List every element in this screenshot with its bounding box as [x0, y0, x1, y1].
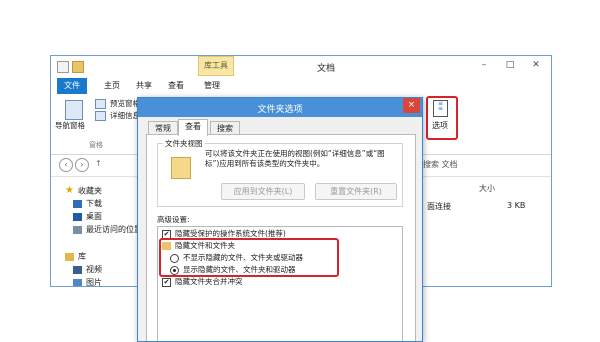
- sidebar-item-recent[interactable]: 最近访问的位置: [73, 224, 142, 236]
- desktop-icon: [73, 212, 82, 221]
- checkbox-hide-merge-conflicts[interactable]: ✔: [162, 277, 171, 287]
- recent-places-icon: [73, 225, 82, 234]
- sidebar-item-videos-label: 视频: [86, 265, 102, 274]
- folder-view-icon: [171, 157, 191, 179]
- back-button[interactable]: ‹: [59, 158, 73, 172]
- view-tab-panel: 文件夹视图 可以将该文件夹正在使用的视图(例如“详细信息”或“图标”)应用到所有…: [146, 134, 416, 341]
- nav-pane-button[interactable]: 导航窗格: [55, 120, 85, 131]
- file-name[interactable]: 面连接: [427, 201, 451, 212]
- file-size: 3 KB: [507, 201, 526, 210]
- preview-pane-button[interactable]: 预览窗格: [95, 98, 140, 109]
- search-box[interactable]: 搜索 文档: [423, 159, 458, 170]
- sidebar-item-pictures-label: 图片: [86, 278, 102, 287]
- picture-icon: [73, 278, 82, 286]
- library-icon: [65, 252, 74, 261]
- folder-view-description: 可以将该文件夹正在使用的视图(例如“详细信息”或“图标”)应用到所有该类型的文件…: [205, 149, 385, 168]
- sidebar-item-recent-label: 最近访问的位置: [86, 225, 142, 234]
- new-folder-icon[interactable]: [72, 61, 84, 73]
- preview-pane-label: 预览窗格: [110, 99, 140, 108]
- reset-folders-button[interactable]: 重置文件夹(R): [315, 183, 397, 200]
- ribbon-group-label: 窗格: [89, 141, 103, 149]
- tab-file[interactable]: 文件: [57, 78, 87, 94]
- download-icon: [73, 199, 82, 208]
- sidebar-libraries[interactable]: 库: [65, 251, 86, 263]
- star-icon: ★: [65, 185, 74, 196]
- tab-view-settings[interactable]: 查看: [178, 119, 208, 136]
- dialog-close-button[interactable]: ×: [403, 98, 420, 113]
- tab-home[interactable]: 主页: [97, 78, 127, 94]
- sidebar-item-desktop[interactable]: 桌面: [73, 211, 102, 223]
- tab-manage[interactable]: 管理: [197, 78, 227, 94]
- sidebar-item-downloads-label: 下载: [86, 199, 102, 208]
- tab-share[interactable]: 共享: [129, 78, 159, 94]
- sidebar-item-desktop-label: 桌面: [86, 212, 102, 221]
- setting-hide-merge-conflicts-label: 隐藏文件夹合并冲突: [175, 277, 243, 286]
- setting-hide-merge-conflicts[interactable]: ✔ 隐藏文件夹合并冲突: [162, 276, 243, 287]
- details-pane-icon: [95, 111, 106, 121]
- sidebar-libraries-label: 库: [78, 252, 86, 261]
- quick-access-toolbar: [57, 61, 87, 75]
- advanced-settings-label: 高级设置:: [157, 215, 190, 224]
- close-button[interactable]: ✕: [523, 56, 549, 74]
- video-icon: [73, 265, 82, 274]
- dialog-title: 文件夹选项: [257, 105, 303, 115]
- folder-options-dialog: 文件夹选项 × 常规 查看 搜索 文件夹视图 可以将该文件夹正在使用的视图(例如…: [137, 97, 423, 342]
- window-title: 文档: [316, 64, 335, 74]
- library-tools-tab[interactable]: 库工具: [198, 56, 234, 76]
- maximize-button[interactable]: □: [497, 56, 523, 74]
- setting-hide-protected-label: 隐藏受保护的操作系统文件(推荐): [175, 229, 286, 238]
- apply-to-folders-button[interactable]: 应用到文件夹(L): [221, 183, 305, 200]
- options-icon: ≡ ≡: [433, 100, 448, 117]
- sidebar-favorites-label: 收藏夹: [77, 186, 102, 196]
- options-button[interactable]: 选项: [432, 120, 448, 131]
- minimize-button[interactable]: –: [471, 56, 497, 74]
- sidebar-favorites[interactable]: ★ 收藏夹: [65, 185, 102, 197]
- sidebar-item-pictures[interactable]: 图片: [73, 277, 102, 287]
- sidebar-item-videos[interactable]: 视频: [73, 264, 102, 276]
- preview-pane-icon: [95, 99, 106, 109]
- up-arrow-icon[interactable]: ↑: [95, 159, 102, 168]
- title-bar: 库工具 文档 – □ ✕: [51, 56, 551, 78]
- properties-icon[interactable]: [57, 61, 69, 73]
- forward-button[interactable]: ›: [75, 158, 89, 172]
- nav-pane-icon: [65, 100, 83, 120]
- hidden-files-highlight: [159, 238, 339, 277]
- column-size[interactable]: 大小: [479, 183, 495, 194]
- advanced-settings-list: ✔ 隐藏受保护的操作系统文件(推荐) 隐藏文件和文件夹 不显示隐藏的文件、文件夹或…: [157, 226, 403, 341]
- sidebar-item-downloads[interactable]: 下载: [73, 198, 102, 210]
- folder-view-label: 文件夹视图: [163, 138, 205, 149]
- tab-view[interactable]: 查看: [161, 78, 191, 94]
